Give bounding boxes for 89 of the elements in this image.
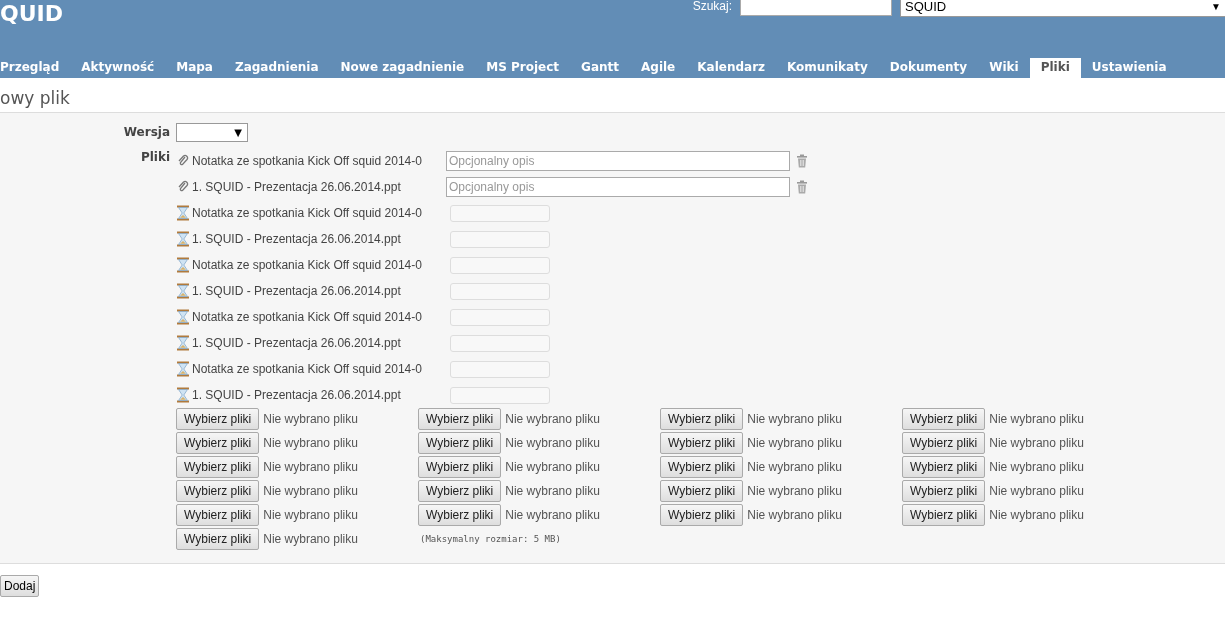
nav-tab[interactable]: Aktywność [70,58,166,78]
file-name: Notatka ze spotkania Kick Off squid 2014-0 [192,310,423,324]
nav-tab[interactable]: Gantt [570,58,630,78]
nav-tab[interactable]: Przegląd [0,58,71,78]
no-file-text: Nie wybrano pliku [263,412,358,426]
hourglass-icon [176,257,190,273]
version-label: Wersja [122,124,170,141]
project-title: QUID [0,0,63,27]
no-file-text: Nie wybrano pliku [747,460,842,474]
no-file-text: Nie wybrano pliku [505,484,600,498]
choose-files-button[interactable]: Wybierz pliki [902,480,986,502]
project-select[interactable]: SQUID ▼ [900,0,1225,17]
choose-files-button[interactable]: Wybierz pliki [660,456,744,478]
nav-tab[interactable]: Nowe zagadnienie [329,58,476,78]
choose-files-button[interactable]: Wybierz pliki [176,432,260,454]
no-file-text: Nie wybrano pliku [989,508,1084,522]
hourglass-icon [176,387,190,403]
file-name: 1. SQUID - Prezentacja 26.06.2014.ppt [192,388,402,402]
choose-files-button[interactable]: Wybierz pliki [418,432,502,454]
no-file-text: Nie wybrano pliku [747,412,842,426]
hourglass-icon [176,335,190,351]
paperclip-icon [176,180,190,194]
hourglass-icon [176,231,190,247]
no-file-text: Nie wybrano pliku [747,436,842,450]
no-file-text: Nie wybrano pliku [505,436,600,450]
file-name: Notatka ze spotkania Kick Off squid 2014-0 [192,258,423,272]
choose-files-button[interactable]: Wybierz pliki [418,456,502,478]
choose-files-button[interactable]: Wybierz pliki [660,408,744,430]
no-file-text: Nie wybrano pliku [263,508,358,522]
choose-files-button[interactable]: Wybierz pliki [660,504,744,526]
hourglass-icon [176,283,190,299]
version-select[interactable]: ▼ [176,123,248,142]
choose-files-button[interactable]: Wybierz pliki [902,456,986,478]
no-file-text: Nie wybrano pliku [505,508,600,522]
nav-tab[interactable]: Ustawienia [1080,58,1178,78]
file-name: 1. SQUID - Prezentacja 26.06.2014.ppt [192,336,402,350]
choose-files-button[interactable]: Wybierz pliki [176,504,260,526]
nav-tab[interactable]: Pliki [1029,58,1081,78]
choose-files-button[interactable]: Wybierz pliki [176,456,260,478]
no-file-text: Nie wybrano pliku [747,484,842,498]
nav-tab[interactable]: Wiki [978,58,1030,78]
nav-tab[interactable]: Komunikaty [776,58,879,78]
no-file-text: Nie wybrano pliku [263,460,358,474]
no-file-text: Nie wybrano pliku [505,412,600,426]
choose-files-button[interactable]: Wybierz pliki [902,432,986,454]
choose-files-button[interactable]: Wybierz pliki [902,504,986,526]
nav-tab[interactable]: Zagadnienia [223,58,330,78]
trash-icon[interactable] [796,180,808,194]
choose-files-button[interactable]: Wybierz pliki [660,432,744,454]
max-size-note: (Maksymalny rozmiar: 5 MB) [419,534,561,544]
no-file-text: Nie wybrano pliku [747,508,842,522]
no-file-text: Nie wybrano pliku [263,436,358,450]
hourglass-icon [176,309,190,325]
no-file-text: Nie wybrano pliku [263,484,358,498]
add-button[interactable]: Dodaj [0,575,40,597]
nav-tab[interactable]: Mapa [165,58,224,78]
choose-files-button[interactable]: Wybierz pliki [418,480,502,502]
hourglass-icon [176,361,190,377]
file-name: 1. SQUID - Prezentacja 26.06.2014.ppt [192,284,402,298]
files-label: Pliki [139,149,170,166]
file-name: 1. SQUID - Prezentacja 26.06.2014.ppt [192,180,402,194]
file-name: Notatka ze spotkania Kick Off squid 2014-0 [192,154,423,168]
nav-tab[interactable]: Kalendarz [686,58,777,78]
no-file-text: Nie wybrano pliku [989,484,1084,498]
no-file-text: Nie wybrano pliku [989,436,1084,450]
choose-files-button[interactable]: Wybierz pliki [176,528,260,550]
hourglass-icon [176,205,190,221]
choose-files-button[interactable]: Wybierz pliki [902,408,986,430]
description-field[interactable]: Opcjonalny opis [446,151,790,171]
search-field[interactable] [740,0,892,16]
choose-files-button[interactable]: Wybierz pliki [418,504,502,526]
nav-tab[interactable]: Dokumenty [878,58,979,78]
no-file-text: Nie wybrano pliku [989,412,1084,426]
no-file-text: Nie wybrano pliku [989,460,1084,474]
search-label: Szukaj: [692,0,732,13]
no-file-text: Nie wybrano pliku [263,532,358,546]
choose-files-button[interactable]: Wybierz pliki [176,408,260,430]
nav-tab[interactable]: MS Project [475,58,571,78]
trash-icon[interactable] [796,154,808,168]
file-name: Notatka ze spotkania Kick Off squid 2014-0 [192,206,423,220]
description-field[interactable]: Opcjonalny opis [446,177,790,197]
choose-files-button[interactable]: Wybierz pliki [176,480,260,502]
no-file-text: Nie wybrano pliku [505,460,600,474]
choose-files-button[interactable]: Wybierz pliki [418,408,502,430]
choose-files-button[interactable]: Wybierz pliki [660,480,744,502]
paperclip-icon [176,154,190,168]
file-name: 1. SQUID - Prezentacja 26.06.2014.ppt [192,232,402,246]
file-name: Notatka ze spotkania Kick Off squid 2014-0 [192,362,423,376]
nav-tab[interactable]: Agile [630,58,687,78]
